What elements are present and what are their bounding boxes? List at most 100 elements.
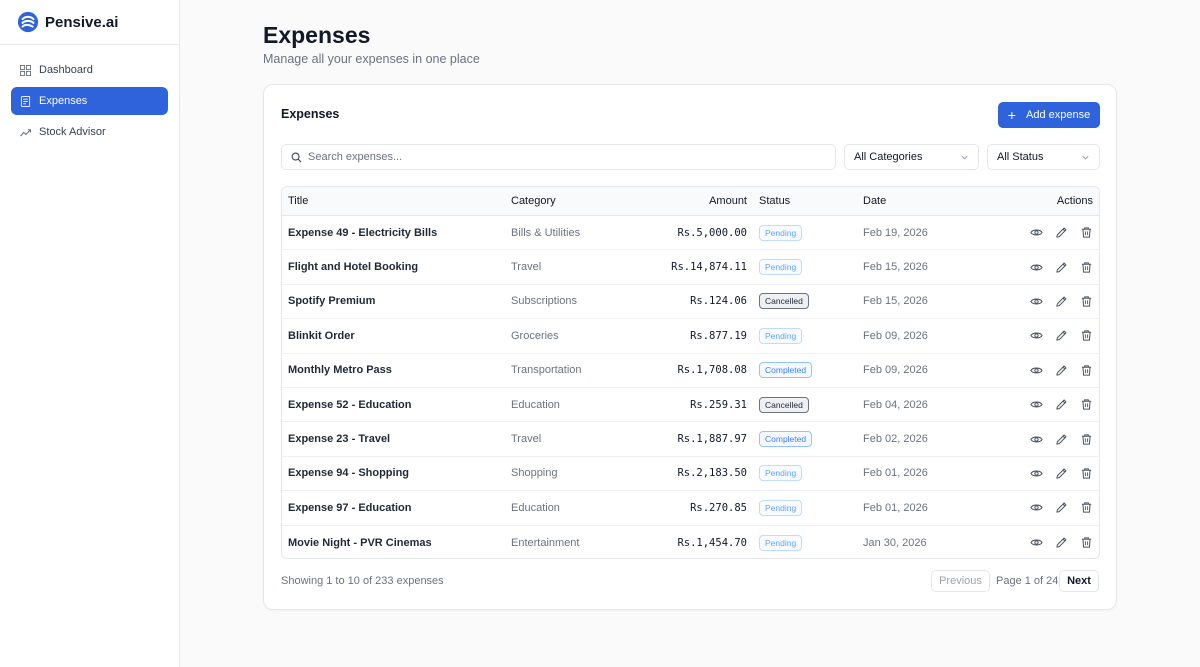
- table-row: Blinkit Order Groceries Rs.877.19 Pending Fe…: [282, 319, 1099, 354]
- previous-button[interactable]: Previous: [931, 570, 990, 592]
- view-icon[interactable]: [1030, 364, 1043, 377]
- header-actions: Actions: [1056, 195, 1093, 207]
- expense-amount: Rs.270.85: [690, 501, 747, 514]
- add-expense-label: Add expense: [1025, 109, 1091, 121]
- table-row: Expense 94 - Shopping Shopping Rs.2,183.50…: [282, 457, 1099, 492]
- expense-title: Expense 52 - Education: [288, 398, 412, 411]
- table-row: Expense 97 - Education Education Rs.270.85…: [282, 491, 1099, 526]
- expense-date: Feb 15, 2026: [863, 295, 928, 308]
- receipt-icon: [20, 95, 31, 107]
- brand[interactable]: Pensive.ai: [0, 0, 179, 45]
- view-icon[interactable]: [1030, 329, 1043, 342]
- showing-count: Showing 1 to 10 of 233 expenses: [281, 575, 444, 587]
- row-actions: [1018, 526, 1093, 558]
- expense-amount: Rs.1,708.08: [677, 364, 747, 377]
- delete-icon[interactable]: [1080, 226, 1093, 239]
- expense-title: Expense 94 - Shopping: [288, 467, 410, 480]
- search-box[interactable]: [281, 144, 836, 170]
- expense-amount: Rs.124.06: [690, 295, 747, 308]
- header-date: Date: [863, 195, 887, 207]
- status-select-value: All Status: [997, 151, 1044, 163]
- edit-icon[interactable]: [1055, 364, 1068, 377]
- edit-icon[interactable]: [1055, 398, 1068, 411]
- sidebar-item-dashboard[interactable]: Dashboard: [11, 56, 168, 84]
- sidebar-item-label: Expenses: [39, 95, 88, 107]
- delete-icon[interactable]: [1080, 501, 1093, 514]
- expense-amount: Rs.1,887.97: [677, 433, 747, 446]
- sidebar-item-expenses[interactable]: Expenses: [11, 87, 168, 115]
- category-select[interactable]: All Categories: [844, 144, 979, 170]
- delete-icon[interactable]: [1080, 364, 1093, 377]
- edit-icon[interactable]: [1055, 433, 1068, 446]
- view-icon[interactable]: [1030, 467, 1043, 480]
- view-icon[interactable]: [1030, 295, 1043, 308]
- status-badge: Pending: [759, 224, 803, 241]
- edit-icon[interactable]: [1055, 467, 1068, 480]
- expense-date: Feb 01, 2026: [863, 467, 928, 480]
- edit-icon[interactable]: [1055, 295, 1068, 308]
- page-info: Page 1 of 24: [996, 575, 1059, 587]
- status-badge: Pending: [759, 465, 803, 482]
- delete-icon[interactable]: [1080, 467, 1093, 480]
- status-cell: Pending: [759, 216, 803, 249]
- add-expense-button[interactable]: + Add expense: [998, 102, 1100, 128]
- status-cell: Pending: [759, 526, 803, 558]
- expense-date: Feb 04, 2026: [863, 398, 928, 411]
- delete-icon[interactable]: [1080, 295, 1093, 308]
- view-icon[interactable]: [1030, 398, 1043, 411]
- delete-icon[interactable]: [1080, 329, 1093, 342]
- table-row: Spotify Premium Subscriptions Rs.124.06 Can…: [282, 285, 1099, 320]
- view-icon[interactable]: [1030, 501, 1043, 514]
- expense-date: Feb 09, 2026: [863, 364, 928, 377]
- next-button[interactable]: Next: [1059, 570, 1099, 592]
- table-header: Title Category Amount Status Date Action…: [282, 187, 1099, 216]
- expense-title: Expense 49 - Electricity Bills: [288, 226, 438, 239]
- expense-title: Blinkit Order: [288, 329, 355, 342]
- delete-icon[interactable]: [1080, 398, 1093, 411]
- search-input[interactable]: [308, 151, 808, 163]
- edit-icon[interactable]: [1055, 329, 1068, 342]
- table-row: Flight and Hotel Booking Travel Rs.14,874.…: [282, 250, 1099, 285]
- expense-title: Spotify Premium: [288, 295, 376, 308]
- view-icon[interactable]: [1030, 536, 1043, 549]
- edit-icon[interactable]: [1055, 536, 1068, 549]
- edit-icon[interactable]: [1055, 226, 1068, 239]
- expense-category: Bills & Utilities: [511, 226, 581, 239]
- search-icon: [291, 152, 302, 162]
- status-badge: Pending: [759, 327, 803, 344]
- expense-title: Expense 23 - Travel: [288, 433, 391, 446]
- view-icon[interactable]: [1030, 261, 1043, 274]
- edit-icon[interactable]: [1055, 261, 1068, 274]
- view-icon[interactable]: [1030, 433, 1043, 446]
- status-badge: Pending: [759, 259, 803, 276]
- delete-icon[interactable]: [1080, 536, 1093, 549]
- edit-icon[interactable]: [1055, 501, 1068, 514]
- delete-icon[interactable]: [1080, 261, 1093, 274]
- expense-date: Jan 30, 2026: [863, 536, 927, 549]
- table-row: Expense 52 - Education Education Rs.259.31…: [282, 388, 1099, 423]
- view-icon[interactable]: [1030, 226, 1043, 239]
- expense-title: Flight and Hotel Booking: [288, 261, 419, 274]
- expense-category: Education: [511, 501, 560, 514]
- expense-category: Travel: [511, 433, 542, 446]
- expense-title: Monthly Metro Pass: [288, 364, 392, 377]
- table-row: Expense 23 - Travel Travel Rs.1,887.97 Comp…: [282, 422, 1099, 457]
- expense-amount: Rs.14,874.11: [671, 261, 747, 274]
- sidebar-item-label: Stock Advisor: [39, 126, 106, 138]
- chevron-down-icon: [1082, 155, 1089, 160]
- plus-icon: +: [1007, 107, 1016, 123]
- expense-category: Entertainment: [511, 536, 580, 549]
- status-cell: Cancelled: [759, 285, 809, 318]
- expense-amount: Rs.877.19: [690, 329, 747, 342]
- status-badge: Cancelled: [759, 293, 809, 310]
- status-cell: Pending: [759, 491, 803, 524]
- table-row: Monthly Metro Pass Transportation Rs.1,708…: [282, 354, 1099, 388]
- expense-amount: Rs.2,183.50: [677, 467, 747, 480]
- status-select[interactable]: All Status: [987, 144, 1100, 170]
- delete-icon[interactable]: [1080, 433, 1093, 446]
- pensive-logo-icon: [17, 11, 39, 33]
- status-badge: Cancelled: [759, 396, 809, 413]
- status-cell: Pending: [759, 457, 803, 490]
- row-actions: [1018, 319, 1093, 352]
- sidebar-item-stock-advisor[interactable]: Stock Advisor: [11, 118, 168, 146]
